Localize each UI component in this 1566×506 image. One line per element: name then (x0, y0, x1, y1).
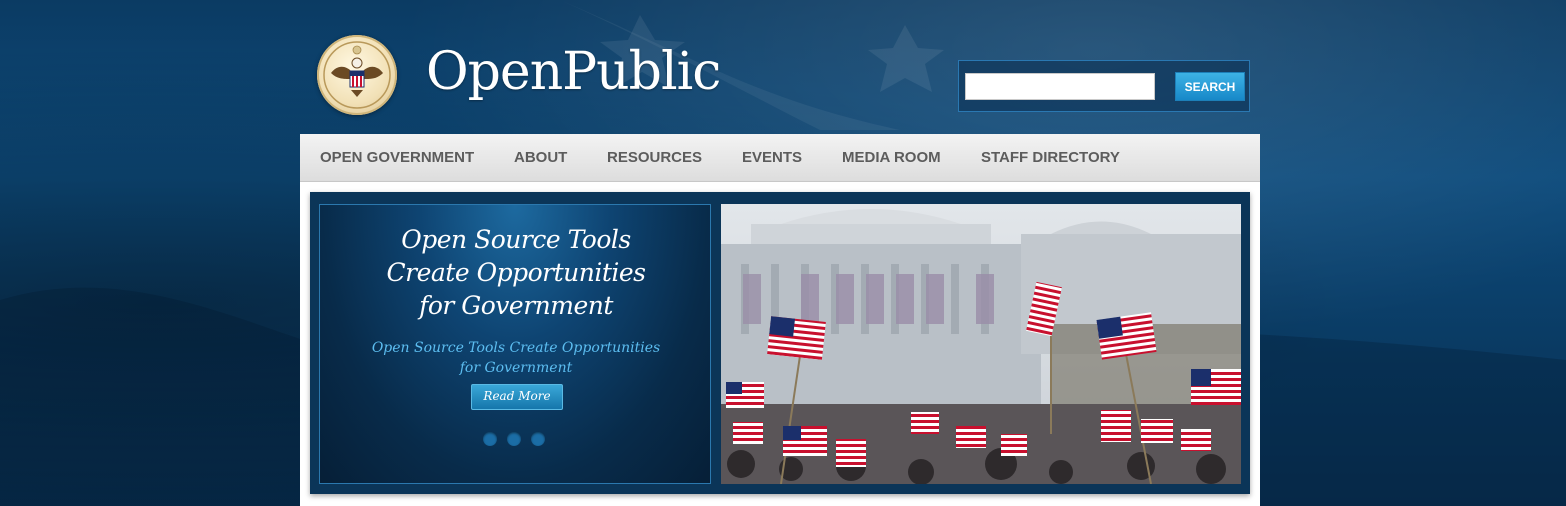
search-input[interactable] (965, 73, 1155, 100)
slide-heading[interactable]: Open Source Tools Create Opportunities f… (340, 223, 692, 322)
slide-subtitle: Open Source Tools Create Opportunities f… (350, 338, 682, 378)
slide-heading-line: for Government (419, 291, 613, 320)
search-form: SEARCH (958, 60, 1250, 112)
slide-subtitle-line: Open Source Tools Create Opportunities (371, 340, 661, 356)
nav-item-resources[interactable]: RESOURCES (607, 149, 702, 166)
slide-text-panel: Open Source Tools Create Opportunities f… (319, 204, 711, 484)
featured-slider: Open Source Tools Create Opportunities f… (310, 192, 1250, 494)
search-button[interactable]: SEARCH (1175, 72, 1245, 101)
read-more-button[interactable]: Read More (471, 384, 563, 410)
capitol-flags-photo (721, 204, 1241, 484)
slide-heading-line: Create Opportunities (386, 258, 646, 287)
slide-pager (483, 432, 553, 448)
site-title[interactable]: OpenPublic (426, 42, 721, 102)
nav-item-media-room[interactable]: MEDIA ROOM (842, 149, 941, 166)
main-content: Open Source Tools Create Opportunities f… (300, 182, 1260, 506)
slide-photo[interactable] (721, 204, 1241, 484)
nav-item-open-government[interactable]: OPEN GOVERNMENT (320, 149, 474, 166)
nav-item-staff-directory[interactable]: STAFF DIRECTORY (981, 149, 1120, 166)
nav-item-events[interactable]: EVENTS (742, 149, 802, 166)
slide-heading-line: Open Source Tools (401, 225, 631, 254)
slide-subtitle-line: for Government (459, 360, 573, 376)
great-seal-icon (323, 41, 391, 109)
main-navigation: OPEN GOVERNMENT ABOUT RESOURCES EVENTS M… (300, 134, 1260, 182)
slide-pager-dot[interactable] (507, 432, 521, 446)
nav-item-about[interactable]: ABOUT (514, 149, 567, 166)
slide-pager-dot[interactable] (531, 432, 545, 446)
page-container: OpenPublic SEARCH OPEN GOVERNMENT ABOUT … (300, 0, 1260, 506)
slide-pager-dot[interactable] (483, 432, 497, 446)
great-seal-logo[interactable] (317, 35, 397, 115)
